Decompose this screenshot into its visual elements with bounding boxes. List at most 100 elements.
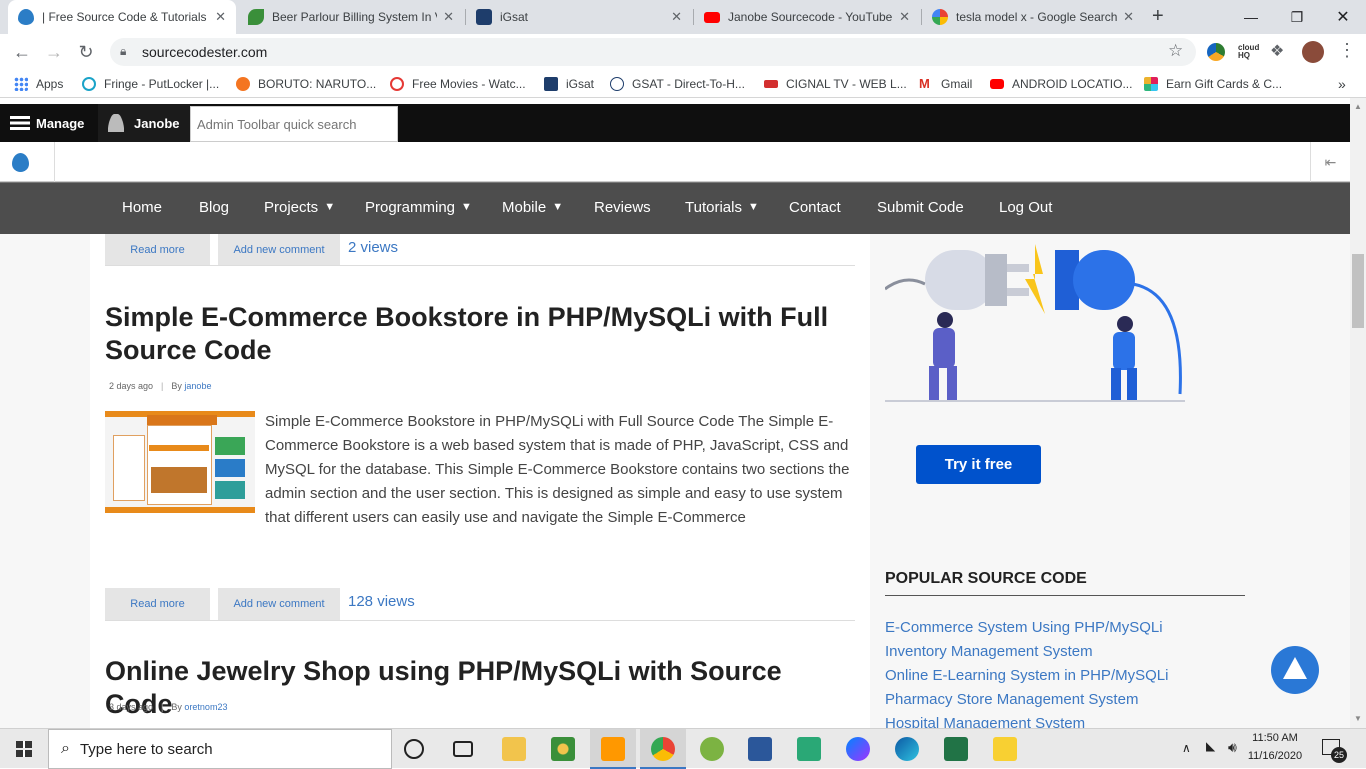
menu-kebab-icon[interactable]: ⋮ [1338,40,1356,61]
tab-title: | Free Source Code & Tutorials [42,10,207,24]
vertical-scrollbar[interactable]: ▲ ▼ [1350,98,1366,728]
cloudhq-icon[interactable]: cloud HQ [1238,44,1259,60]
extension-globe-icon[interactable] [1207,43,1225,61]
taskbar-search-box[interactable]: ⌕ Type here to search [48,729,392,769]
tab-beer-parlour[interactable]: Beer Parlour Billing System In V ✕ [238,0,464,34]
clock-date[interactable]: 11/16/2020 [1247,750,1303,762]
bookmark-gmail[interactable]: M Gmail [919,75,972,93]
close-window-button[interactable]: ✕ [1320,0,1366,34]
drupal-home-link[interactable] [0,142,55,182]
clock-time[interactable]: 11:50 AM [1250,732,1300,744]
chrome-icon[interactable] [651,737,675,761]
volume-icon[interactable]: 🔊︎ [1228,739,1237,756]
admin-quick-search-input[interactable] [190,106,398,142]
bookmark-label: GSAT - Direct-To-H... [632,77,745,91]
notion-like-app-icon[interactable] [797,737,821,761]
wifi-icon[interactable]: ◣ [1206,739,1215,753]
read-more-button[interactable]: Read more [105,234,210,266]
user-menu-button[interactable]: Janobe [98,104,190,142]
messenger-icon[interactable] [846,737,870,761]
start-button[interactable] [0,729,48,769]
bookmark-earn-gift-cards[interactable]: Earn Gift Cards & C... [1144,75,1282,93]
post-author[interactable]: janobe [184,381,211,391]
close-tab-icon[interactable]: ✕ [899,9,910,25]
sublime-text-icon[interactable] [601,737,625,761]
hamburger-menu-icon [10,116,30,130]
forward-icon[interactable]: → [42,40,66,64]
new-tab-button[interactable]: + [1152,5,1164,28]
bookmark-boruto[interactable]: BORUTO: NARUTO... [236,75,376,93]
popular-link[interactable]: Pharmacy Store Management System [885,691,1138,708]
tab-igsat[interactable]: iGsat ✕ [466,0,692,34]
nav-blog[interactable]: Blog [199,183,229,231]
tab-title: Beer Parlour Billing System In V [272,10,438,24]
nav-mobile[interactable]: Mobile ▼ [502,183,563,231]
tab-google-search[interactable]: tesla model x - Google Search ✕ [922,0,1144,34]
notification-center-button[interactable]: 25 [1322,737,1347,763]
address-bar[interactable]: 🔒︎ sourcecodester.com ☆ [110,38,1196,66]
sticky-notes-icon[interactable] [993,737,1017,761]
post-excerpt-text: Simple E-Commerce Bookstore in PHP/MySQL… [265,413,850,526]
nav-tutorials[interactable]: Tutorials ▼ [685,183,759,231]
bookmark-cignal[interactable]: CIGNAL TV - WEB L... [764,75,907,93]
post-meta: 2 days ago | By janobe [109,381,212,391]
add-comment-button[interactable]: Add new comment [218,588,340,620]
close-tab-icon[interactable]: ✕ [215,9,226,25]
tray-chevron-up-icon[interactable]: ∧ [1182,741,1191,755]
file-explorer-icon[interactable] [502,737,526,761]
nav-contact[interactable]: Contact [789,183,841,231]
extensions-puzzle-icon[interactable]: ❖ [1270,41,1284,61]
excel-icon[interactable] [944,737,968,761]
tab-youtube[interactable]: Janobe Sourcecode - YouTube ✕ [694,0,920,34]
nav-home[interactable]: Home [122,183,162,231]
bookmark-apps[interactable]: Apps [14,75,63,93]
nav-log-out[interactable]: Log Out [999,183,1052,231]
bookmark-free-movies[interactable]: Free Movies - Watc... [390,75,526,93]
close-tab-icon[interactable]: ✕ [443,9,454,25]
edge-icon[interactable] [895,737,919,761]
reload-icon[interactable]: ↻ [74,40,98,64]
android-studio-icon[interactable] [700,737,724,761]
word-icon[interactable] [748,737,772,761]
scroll-down-arrow-icon[interactable]: ▼ [1354,714,1362,723]
popular-link[interactable]: Hospital Management System [885,715,1085,728]
ad-illustration[interactable] [885,234,1185,404]
read-more-button[interactable]: Read more [105,588,210,620]
task-view-icon[interactable] [453,741,473,757]
scrollbar-thumb[interactable] [1352,254,1364,328]
restore-button[interactable]: ❐ [1274,0,1320,34]
post-author[interactable]: oretnom23 [184,702,227,712]
tab-title: tesla model x - Google Search [956,10,1118,24]
bookmark-android-location[interactable]: ANDROID LOCATIO... [990,75,1132,93]
orientation-toggle-icon[interactable]: ⇤ [1310,142,1350,182]
bookmark-star-icon[interactable]: ☆ [1168,41,1183,61]
scroll-to-top-button[interactable] [1271,646,1319,694]
profile-avatar[interactable] [1302,41,1324,63]
bookmark-fringe[interactable]: Fringe - PutLocker |... [82,75,219,93]
igsat-icon [544,77,558,91]
close-tab-icon[interactable]: ✕ [671,9,682,25]
nav-programming[interactable]: Programming ▼ [365,183,472,231]
tab-freesourcecode[interactable]: | Free Source Code & Tutorials ✕ [8,0,236,34]
more-bookmarks-button[interactable]: » [1338,75,1346,93]
minimize-button[interactable]: — [1228,0,1274,34]
add-comment-button[interactable]: Add new comment [218,234,340,266]
close-tab-icon[interactable]: ✕ [1123,9,1134,25]
cortana-icon[interactable] [404,739,424,759]
nav-submit-code[interactable]: Submit Code [877,183,964,231]
back-icon[interactable]: ← [10,40,34,64]
bookmark-gsat[interactable]: GSAT - Direct-To-H... [610,75,745,93]
post-title[interactable]: Simple E-Commerce Bookstore in PHP/MySQL… [105,301,845,367]
scroll-up-arrow-icon[interactable]: ▲ [1354,102,1362,111]
nav-reviews[interactable]: Reviews [594,183,651,231]
manage-button[interactable]: Manage [0,104,90,142]
popular-link[interactable]: Inventory Management System [885,643,1093,660]
nav-projects[interactable]: Projects ▼ [264,183,335,231]
popular-link[interactable]: Online E-Learning System in PHP/MySQLi [885,667,1168,684]
post-thumbnail[interactable] [105,411,255,513]
bookmark-igsat[interactable]: iGsat [544,75,594,93]
try-it-free-button[interactable]: Try it free [916,445,1041,484]
chameleon-app-icon[interactable] [551,737,575,761]
popular-link[interactable]: E-Commerce System Using PHP/MySQLi [885,619,1163,636]
bookmarks-bar: Apps Fringe - PutLocker |... BORUTO: NAR… [0,70,1366,98]
